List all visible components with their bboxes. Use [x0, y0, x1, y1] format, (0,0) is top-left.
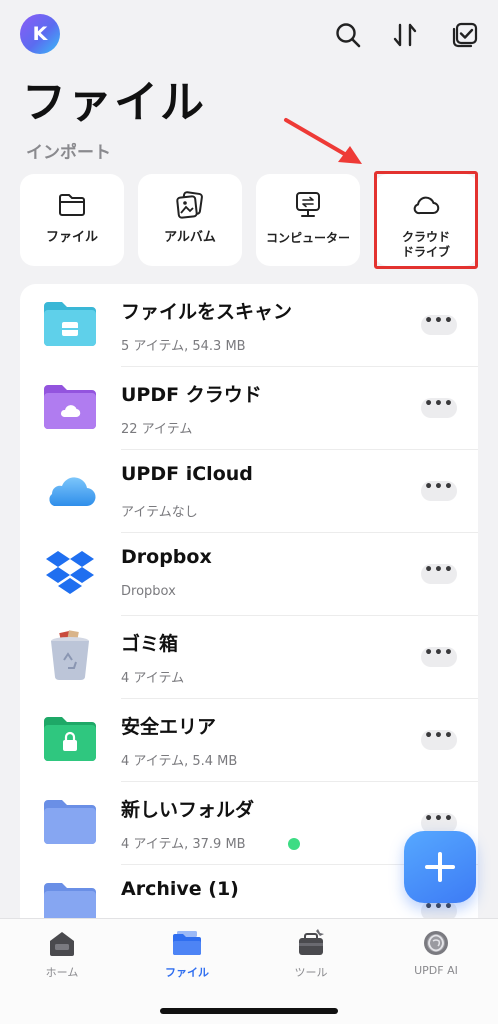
- import-computer-button[interactable]: コンピューター: [256, 174, 360, 266]
- file-list: ファイルをスキャン 5 アイテム, 54.3 MB ••• UPDF クラウド …: [20, 284, 478, 924]
- file-meta: 4 アイテム, 37.9 MB: [121, 837, 246, 852]
- file-name: Dropbox: [121, 546, 212, 568]
- sort-icon[interactable]: [390, 20, 420, 50]
- tab-home[interactable]: ホーム: [0, 929, 124, 983]
- ai-icon: [424, 931, 448, 955]
- computer-icon: [296, 192, 320, 217]
- more-button[interactable]: •••: [421, 729, 457, 750]
- cloud-folder-icon: [42, 381, 98, 433]
- home-icon: [50, 932, 74, 956]
- more-button[interactable]: •••: [421, 314, 457, 335]
- more-button[interactable]: •••: [421, 397, 457, 418]
- plus-icon: [425, 852, 455, 882]
- tab-label: ツール: [294, 966, 328, 979]
- file-meta: 4 アイテム: [121, 671, 185, 686]
- more-button[interactable]: •••: [421, 646, 457, 667]
- list-item-secure-area[interactable]: 安全エリア 4 アイテム, 5.4 MB •••: [20, 699, 478, 782]
- tab-label: ファイル: [165, 966, 209, 979]
- top-bar: K: [20, 14, 478, 58]
- more-button[interactable]: •••: [421, 812, 457, 833]
- arrow-annotation-icon: [284, 118, 362, 164]
- file-name: Archive (1): [121, 878, 239, 900]
- more-button[interactable]: •••: [421, 563, 457, 584]
- file-meta: 4 アイテム, 5.4 MB: [121, 754, 238, 769]
- status-dot: [288, 838, 300, 850]
- tab-updf-ai[interactable]: UPDF AI: [374, 929, 498, 983]
- list-item-updf-cloud[interactable]: UPDF クラウド 22 アイテム •••: [20, 367, 478, 450]
- folder-icon: [42, 796, 98, 848]
- file-name: 安全エリア: [121, 716, 217, 738]
- cloud-icon: [413, 196, 440, 215]
- file-name: UPDF iCloud: [121, 463, 253, 485]
- file-meta: Dropbox: [121, 584, 176, 599]
- page-title: ファイル: [22, 77, 206, 128]
- list-item-trash[interactable]: ゴミ箱 4 アイテム •••: [20, 616, 478, 699]
- import-row: ファイル アルバム コンピューター クラウド ドライブ: [20, 171, 478, 269]
- file-name: UPDF クラウド: [121, 384, 262, 406]
- file-meta: 22 アイテム: [121, 422, 193, 437]
- icloud-icon: [42, 464, 98, 516]
- add-button[interactable]: [404, 831, 476, 903]
- avatar[interactable]: K: [20, 14, 60, 54]
- list-item-icloud[interactable]: UPDF iCloud アイテムなし •••: [20, 450, 478, 533]
- import-album-button[interactable]: アルバム: [138, 174, 242, 266]
- scan-folder-icon: [42, 298, 98, 350]
- photo-album-icon: [176, 191, 203, 219]
- trash-icon: [42, 630, 98, 682]
- tab-files[interactable]: ファイル: [125, 929, 249, 983]
- import-album-label: アルバム: [164, 230, 216, 245]
- tab-label: ホーム: [45, 966, 79, 979]
- dropbox-icon: [42, 547, 98, 599]
- file-name: ファイルをスキャン: [121, 301, 293, 323]
- import-file-button[interactable]: ファイル: [20, 174, 124, 266]
- import-file-label: ファイル: [45, 230, 98, 245]
- tools-icon: [299, 929, 324, 955]
- import-section-label: インポート: [26, 143, 111, 163]
- search-icon[interactable]: [333, 20, 363, 50]
- tab-label: UPDF AI: [414, 964, 458, 977]
- file-meta: アイテムなし: [121, 505, 198, 520]
- folder-icon: [59, 194, 85, 216]
- list-item-scan[interactable]: ファイルをスキャン 5 アイテム, 54.3 MB •••: [20, 284, 478, 367]
- home-indicator: [160, 1008, 338, 1014]
- file-name: ゴミ箱: [121, 633, 179, 655]
- cloud-drive-label-line1: クラウド: [401, 230, 450, 244]
- cloud-drive-label-line2: ドライブ: [401, 245, 450, 259]
- tab-tools[interactable]: ツール: [249, 929, 373, 983]
- lock-folder-icon: [42, 713, 98, 765]
- file-meta: 5 アイテム, 54.3 MB: [121, 339, 246, 354]
- files-icon: [173, 931, 201, 955]
- file-name: 新しいフォルダ: [121, 799, 255, 821]
- import-cloud-drive-button[interactable]: クラウド ドライブ: [374, 174, 478, 266]
- import-computer-label: コンピューター: [265, 231, 350, 245]
- more-button[interactable]: •••: [421, 480, 457, 501]
- select-icon[interactable]: [450, 20, 480, 50]
- import-cloud-drive-label: クラウド ドライブ: [374, 230, 478, 260]
- list-item-dropbox[interactable]: Dropbox Dropbox •••: [20, 533, 478, 616]
